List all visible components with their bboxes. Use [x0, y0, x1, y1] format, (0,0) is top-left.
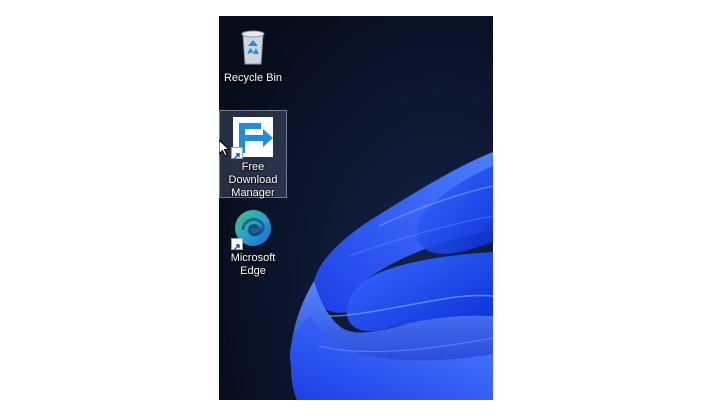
- microsoft-edge-icon: [231, 206, 275, 251]
- microsoft-edge-label: Microsoft Edge: [230, 252, 276, 277]
- desktop-icon-microsoft-edge[interactable]: Microsoft Edge: [219, 202, 287, 278]
- recycle-bin-icon: [231, 26, 275, 70]
- free-download-manager-icon: [231, 115, 275, 160]
- free-download-manager-label: Free Download Manager: [228, 161, 278, 199]
- shortcut-arrow-icon: [231, 147, 243, 160]
- shortcut-arrow-icon: [231, 238, 243, 251]
- recycle-bin-label: Recycle Bin: [223, 72, 283, 84]
- desktop: Recycle Bin Free Download Manager Micros…: [219, 16, 493, 400]
- mouse-cursor-icon: [219, 139, 230, 157]
- desktop-icon-recycle-bin[interactable]: Recycle Bin: [219, 22, 287, 84]
